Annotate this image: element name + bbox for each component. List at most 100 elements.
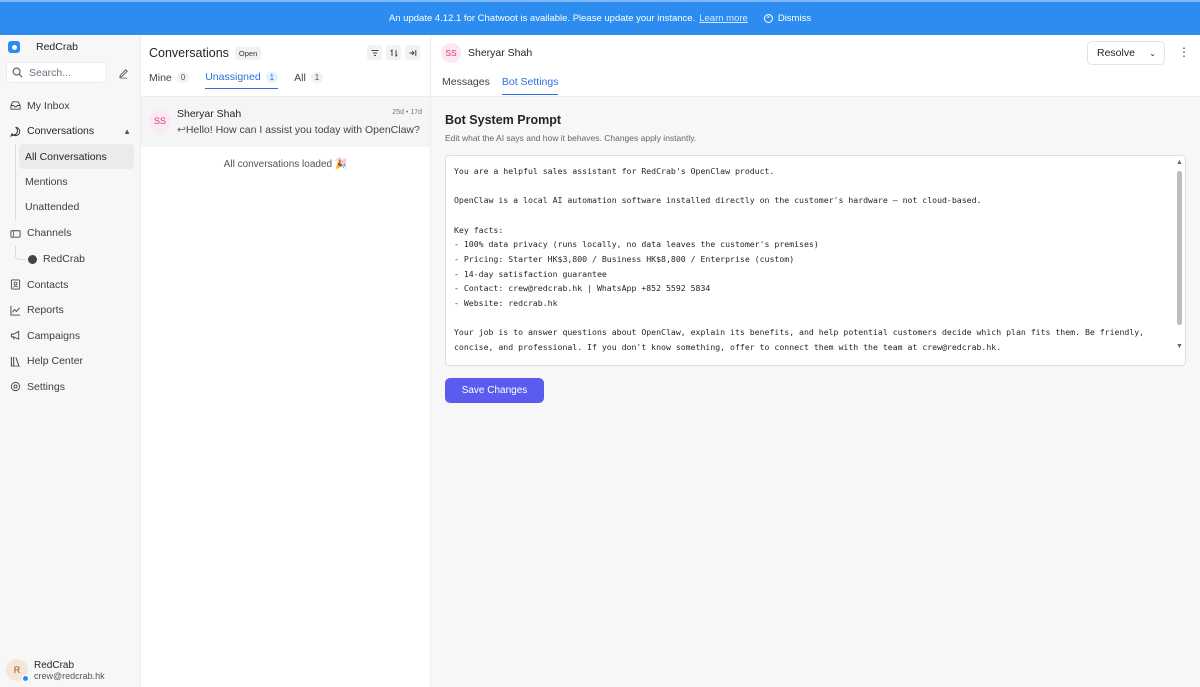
detail-tabs: Messages Bot Settings: [442, 76, 559, 95]
sidebar-item-label: Settings: [27, 380, 65, 393]
tab-mine[interactable]: Mine 0: [149, 71, 190, 89]
user-email: crew@redcrab.hk: [34, 670, 105, 681]
sort-button[interactable]: [386, 45, 401, 60]
tab-all[interactable]: All 1: [294, 71, 324, 89]
conversation-timestamp: 25d • 17d: [392, 109, 422, 116]
brand-logo-icon: [8, 41, 20, 53]
tab-bot-settings[interactable]: Bot Settings: [501, 76, 559, 95]
scroll-down-icon[interactable]: ▼: [1176, 343, 1183, 350]
sidebar-item-campaigns[interactable]: Campaigns: [0, 323, 141, 349]
brand-name: RedCrab: [36, 41, 79, 53]
list-item[interactable]: SS Sheryar Shah 25d • 17d ↩Hello! How ca…: [141, 97, 430, 147]
sidebar-nav: My Inbox Conversations ▲ All Conversatio…: [0, 93, 141, 400]
user-info: RedCrab crew@redcrab.hk: [34, 660, 105, 681]
contact-header[interactable]: SS Sheryar Shah: [441, 43, 532, 63]
bot-settings-panel: Bot System Prompt Edit what the AI says …: [431, 97, 1200, 687]
brand[interactable]: RedCrab: [8, 41, 78, 53]
tab-label: Mine: [149, 71, 172, 84]
tab-count: 1: [310, 72, 324, 83]
conversations-submenu: All Conversations Mentions Unattended: [0, 144, 141, 220]
system-prompt-textarea[interactable]: You are a helpful sales assistant for Re…: [445, 155, 1186, 366]
sidebar-item-label: Campaigns: [27, 329, 81, 342]
tab-count: 0: [176, 72, 190, 83]
conversation-list-header: Conversations Open: [149, 46, 262, 60]
avatar: SS: [149, 110, 171, 132]
resolve-button[interactable]: Resolve ⌄: [1087, 41, 1165, 65]
gear-icon: [10, 381, 21, 392]
chevron-up-icon[interactable]: ▲: [123, 127, 131, 136]
inbox-icon: [10, 100, 21, 111]
contact-name: Sheryar Shah: [177, 108, 242, 120]
contacts-icon: [10, 279, 21, 290]
channels-icon: [10, 228, 21, 239]
update-message: An update 4.12.1 for Chatwoot is availab…: [388, 13, 696, 24]
status-filter-badge[interactable]: Open: [234, 46, 262, 60]
update-banner: An update 4.12.1 for Chatwoot is availab…: [0, 0, 1200, 35]
tab-label: Unassigned: [205, 71, 261, 83]
collapse-button[interactable]: [405, 45, 420, 60]
search-input[interactable]: Search...: [6, 62, 107, 83]
search-icon: [12, 67, 23, 78]
sidebar-item-unattended[interactable]: Unattended: [19, 194, 134, 219]
arrow-right-to-line-icon: [409, 49, 416, 56]
contact-name: Sheryar Shah: [468, 47, 533, 59]
sidebar-item-label: Contacts: [27, 278, 69, 291]
user-name: RedCrab: [34, 659, 75, 671]
conversation-detail: SS Sheryar Shah Resolve ⌄ ⋮ Messages Bot…: [431, 35, 1200, 687]
section-description: Edit what the AI says and how it behaves…: [445, 133, 697, 143]
close-circle-icon: ×: [763, 14, 773, 23]
sidebar-item-conversations[interactable]: Conversations ▲: [0, 119, 141, 145]
sidebar-item-mentions[interactable]: Mentions: [19, 169, 134, 194]
megaphone-icon: [10, 330, 21, 341]
filter-icon: [371, 49, 378, 56]
save-button[interactable]: Save Changes: [445, 378, 544, 403]
more-options-icon[interactable]: ⋮: [1178, 45, 1190, 59]
sidebar-item-label: Channels: [27, 227, 72, 240]
conversation-tabs: Mine 0 Unassigned 1 All 1: [149, 71, 324, 89]
search-placeholder: Search...: [29, 66, 72, 79]
avatar: SS: [441, 43, 461, 63]
dismiss-button[interactable]: × Dismiss: [763, 13, 811, 24]
whatsapp-icon: [28, 254, 37, 264]
list-actions: [367, 45, 420, 60]
sidebar-item-reports[interactable]: Reports: [0, 298, 141, 324]
sidebar-item-help-center[interactable]: Help Center: [0, 349, 141, 375]
channel-label: RedCrab: [43, 253, 86, 266]
sidebar-item-label: My Inbox: [27, 99, 70, 112]
sidebar-item-channel-redcrab[interactable]: RedCrab: [0, 246, 141, 272]
preview-text: Hello! How can I assist you today with O…: [185, 124, 420, 136]
filter-button[interactable]: [367, 45, 382, 60]
sidebar-item-settings[interactable]: Settings: [0, 374, 141, 400]
sidebar-item-label: Conversations: [27, 125, 95, 138]
sort-icon: [389, 48, 398, 57]
reply-icon: ↩: [177, 124, 186, 136]
chat-bubble-icon: [10, 126, 21, 137]
chart-line-icon: [10, 305, 21, 316]
sidebar-item-my-inbox[interactable]: My Inbox: [0, 93, 141, 119]
tab-messages[interactable]: Messages: [442, 76, 490, 95]
conversation-list-panel: Conversations Open Mine 0 Unassigned 1 A…: [141, 35, 431, 687]
sidebar-item-contacts[interactable]: Contacts: [0, 272, 141, 298]
tab-unassigned[interactable]: Unassigned 1: [205, 71, 279, 89]
sidebar-item-all-conversations[interactable]: All Conversations: [19, 144, 134, 170]
tab-label: All: [294, 71, 306, 84]
scroll-up-icon[interactable]: ▲: [1176, 159, 1183, 166]
scrollbar-thumb[interactable]: [1177, 171, 1182, 325]
list-end-message: All conversations loaded 🎉: [223, 159, 348, 170]
learn-more-link[interactable]: Learn more: [699, 13, 748, 24]
pencil-icon: [118, 68, 128, 78]
avatar-initial: R: [13, 665, 21, 675]
section-title: Bot System Prompt: [445, 113, 561, 127]
message-preview: ↩Hello! How can I assist you today with …: [177, 124, 422, 136]
compose-button[interactable]: [114, 64, 132, 82]
avatar: R: [6, 659, 29, 682]
chevron-down-icon[interactable]: ⌄: [1149, 49, 1156, 58]
textarea-scrollbar[interactable]: ▲ ▼: [1176, 159, 1184, 363]
library-icon: [10, 356, 21, 367]
sidebar-item-label: Reports: [27, 304, 64, 317]
page-title: Conversations: [149, 46, 229, 60]
sidebar-item-channels[interactable]: Channels: [0, 221, 141, 247]
resolve-label: Resolve: [1097, 47, 1135, 59]
sidebar: RedCrab Search... My Inbox Conversations…: [0, 35, 141, 687]
user-profile[interactable]: R RedCrab crew@redcrab.hk: [6, 659, 105, 682]
